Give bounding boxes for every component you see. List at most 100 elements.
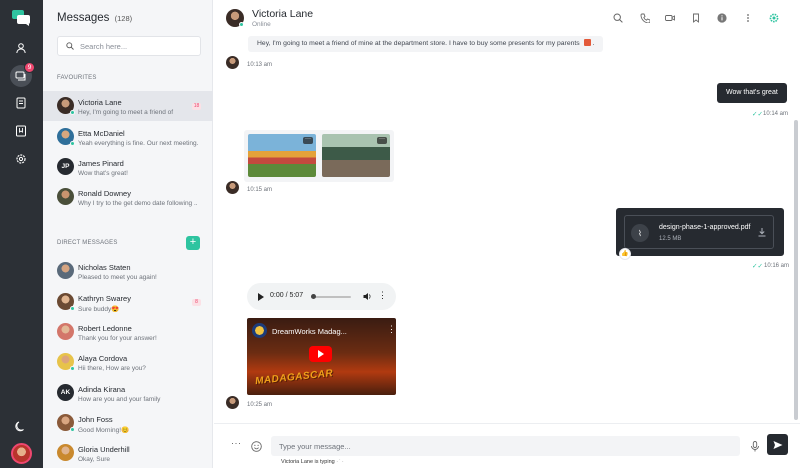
video-embed[interactable]: DreamWorks Madag... ⋮ MADAGASCAR (247, 318, 396, 395)
chats-badge: 9 (24, 62, 35, 73)
microphone-icon[interactable] (750, 441, 760, 452)
contact-nicholas-staten[interactable]: Nicholas Staten Pleased to meet you agai… (43, 256, 213, 286)
contact-preview: Yeah everything is fine. Our next meetin… (78, 140, 198, 147)
message-bubble-outgoing: Wow that's great (717, 83, 787, 103)
settings-icon (16, 154, 26, 164)
contact-preview: Okay, Sure (78, 456, 111, 463)
photo-2[interactable]: ··· (322, 134, 390, 177)
online-indicator (239, 22, 244, 27)
avatar: JP (57, 158, 74, 175)
nav-settings[interactable] (10, 148, 32, 170)
send-button[interactable] (767, 434, 788, 455)
nav-bookmarks[interactable] (10, 120, 32, 142)
photo-more-icon[interactable]: ··· (377, 136, 387, 144)
video-camera-icon (665, 15, 675, 21)
contacts-sidebar: Messages (128) Favourites Victoria Lane … (43, 0, 213, 468)
file-message-bubble: ⌇ design-phase-1-approved.pdf 12.5 MB (616, 208, 784, 256)
contact-robert-ledonne[interactable]: Robert Ledonne Thank you for your answer… (43, 317, 213, 347)
search-messages-button[interactable] (613, 13, 623, 23)
photo-more-icon[interactable]: ··· (303, 136, 313, 144)
message-avatar (226, 56, 239, 69)
contact-preview: Wow that's great! (78, 170, 128, 177)
add-contact-button[interactable]: + (186, 236, 200, 250)
bookmark-icon (16, 125, 26, 137)
avatar (57, 323, 74, 340)
search-input[interactable] (80, 41, 190, 51)
file-attachment[interactable]: ⌇ design-phase-1-approved.pdf 12.5 MB (624, 215, 774, 249)
contact-john-foss[interactable]: John Foss Good Morning!😊 (43, 408, 213, 438)
send-icon (773, 440, 782, 449)
emoji-icon[interactable] (251, 441, 262, 452)
nav-contacts[interactable] (10, 92, 32, 114)
contact-name: Victoria Lane (78, 98, 122, 107)
avatar (57, 444, 74, 461)
info-button[interactable] (717, 13, 727, 23)
video-title: DreamWorks Madag... (272, 327, 347, 336)
chat-panel: Victoria Lane Online Hey, I'm going to m… (214, 0, 800, 468)
channel-avatar (252, 323, 267, 338)
moon-icon (15, 421, 24, 432)
contact-name: Alaya Cordova (78, 354, 128, 363)
audio-progress-knob[interactable] (311, 294, 316, 299)
direct-messages-label: Direct Messages (57, 240, 118, 246)
chat-settings-button[interactable] (769, 13, 779, 23)
video-more-icon[interactable]: ⋮ (387, 324, 396, 335)
online-indicator (70, 306, 75, 311)
avatar (57, 188, 74, 205)
video-call-button[interactable] (665, 13, 675, 23)
play-icon[interactable] (258, 293, 264, 301)
contact-ronald-downey[interactable]: Ronald Downey Why I try to the get demo … (43, 182, 213, 212)
contact-james-pinard[interactable]: JP James Pinard Wow that's great! (43, 152, 213, 182)
audio-player: 0:00 / 5:07 ⋮ (247, 283, 396, 310)
message-avatar (226, 181, 239, 194)
message-composer: ··· Victoria Lane is typing ·˙· (214, 423, 800, 468)
contact-name: Gloria Underhill (78, 445, 130, 454)
unread-badge: 18 (192, 103, 201, 110)
chat-contact-name[interactable]: Victoria Lane (252, 8, 313, 20)
contact-etta-mcdaniel[interactable]: Etta McDaniel Yeah everything is fine. O… (43, 122, 213, 152)
search-box[interactable] (57, 36, 201, 56)
phone-icon (640, 13, 651, 24)
contact-preview: Sure buddy😍 (78, 306, 120, 313)
paperclip-icon: ⌇ (631, 224, 649, 242)
volume-icon[interactable] (363, 292, 372, 301)
nav-theme-toggle[interactable] (10, 415, 32, 437)
contact-preview: How are you and your family (78, 396, 161, 403)
photo-1[interactable]: ··· (248, 134, 316, 177)
chat-contact-status: Online (252, 21, 271, 28)
download-icon[interactable] (757, 227, 767, 237)
contact-preview: Pleased to meet you again! (78, 274, 157, 281)
contact-kathryn-swarey[interactable]: Kathryn Swarey Sure buddy😍 8 (43, 287, 213, 317)
contact-preview: Why I try to the get demo date following… (78, 200, 198, 207)
nav-profile[interactable] (10, 37, 32, 59)
message-bubble-incoming: Hey, I'm going to meet a friend of mine … (248, 36, 604, 52)
contact-alaya-cordova[interactable]: Alaya Cordova Hii there, How are you? (43, 347, 213, 377)
bookmark-button[interactable] (691, 13, 701, 23)
audio-more-icon[interactable]: ⋮ (378, 290, 387, 301)
message-time: 10:25 am (247, 402, 273, 408)
favourites-label: Favourites (57, 75, 97, 81)
audio-progress-bar[interactable] (311, 296, 351, 298)
audio-time: 0:00 / 5:07 (270, 292, 304, 299)
contacts-icon (16, 97, 26, 109)
online-indicator (70, 110, 75, 115)
sidebar-title: Messages (128) (57, 12, 132, 24)
contact-gloria-underhill[interactable]: Gloria Underhill Okay, Sure (43, 438, 213, 468)
contact-victoria-lane[interactable]: Victoria Lane Hey, I'm going to meet a f… (43, 91, 213, 121)
youtube-play-icon[interactable] (309, 346, 332, 362)
my-avatar[interactable] (11, 443, 32, 464)
contact-name: Etta McDaniel (78, 129, 125, 138)
contact-adinda-kirana[interactable]: AK Adinda Kirana How are you and your fa… (43, 378, 213, 408)
nav-chats[interactable]: 9 (10, 62, 35, 87)
thumbs-up-reaction-icon[interactable]: 👍 (619, 248, 631, 260)
photo-attachments: ··· ··· (244, 130, 394, 182)
message-input[interactable] (271, 436, 740, 456)
gift-emoji-icon (583, 39, 591, 46)
contact-name: Nicholas Staten (78, 263, 131, 272)
message-time: 10:14 am (763, 111, 789, 117)
avatar (57, 262, 74, 279)
chat-scrollbar[interactable] (794, 120, 798, 420)
voice-call-button[interactable] (640, 13, 651, 24)
more-actions-icon[interactable]: ··· (231, 438, 242, 448)
more-options-button[interactable] (743, 13, 753, 23)
